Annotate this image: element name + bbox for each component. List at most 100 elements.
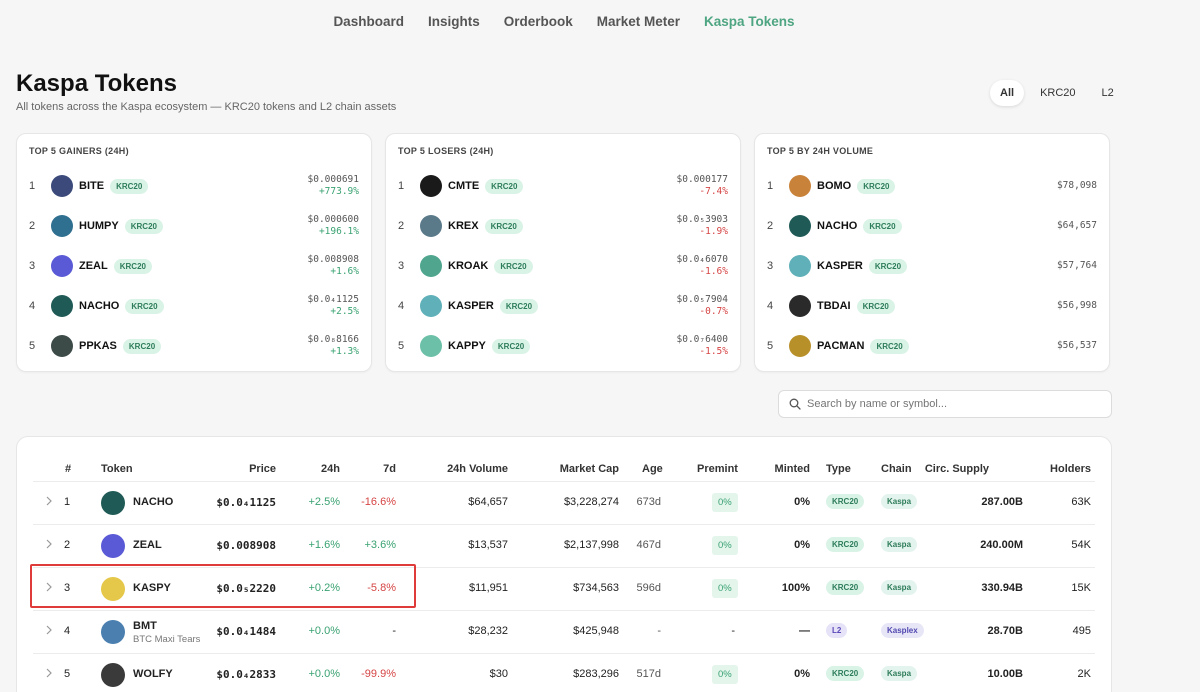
row-supply: 287.00B: [981, 496, 1023, 508]
col-rank-header[interactable]: #: [65, 463, 71, 475]
card-row[interactable]: 2 KREX KRC20 $0.0₅3903 -1.9%: [398, 206, 728, 246]
col-chain-header[interactable]: Chain: [881, 463, 912, 475]
card-row[interactable]: 3 KASPER KRC20 $57,764: [767, 246, 1097, 286]
expand-chevron-icon[interactable]: [45, 582, 53, 595]
nav-orderbook[interactable]: Orderbook: [504, 14, 573, 29]
card-row-values: $78,098: [1057, 180, 1097, 192]
col-mcap-header[interactable]: Market Cap: [560, 463, 619, 475]
row-24h: +0.0%: [308, 668, 341, 680]
token-avatar-icon: [789, 295, 811, 317]
card-row-price: $0.000691: [307, 174, 359, 185]
card-row-values: $56,537: [1057, 340, 1097, 352]
expand-chevron-icon[interactable]: [45, 496, 53, 509]
table-row[interactable]: 5 WOLFY $0.0₄2833 +0.0% -99.9% $30 $283,296 517…: [17, 654, 1111, 692]
card-title: TOP 5 BY 24H VOLUME: [767, 146, 874, 156]
card-row-rank: 3: [29, 260, 36, 272]
card-row-symbol: KASPER: [448, 300, 494, 312]
card-row[interactable]: 2 NACHO KRC20 $64,657: [767, 206, 1097, 246]
token-avatar-icon: [51, 175, 73, 197]
type-badge: KRC20: [485, 178, 524, 194]
row-volume: $64,657: [468, 496, 508, 508]
card-row-values: $0.000691 +773.9%: [308, 174, 359, 198]
token-avatar-icon: [101, 577, 125, 601]
card-row-price: $0.000177: [676, 174, 728, 185]
search-input[interactable]: [807, 398, 1111, 410]
card-row-change: +2.5%: [330, 306, 359, 317]
row-minted: 0%: [794, 496, 810, 508]
card-row[interactable]: 5 PPKAS KRC20 $0.0₈8166 +1.3%: [29, 326, 359, 366]
col-age-header[interactable]: Age: [642, 463, 663, 475]
card-row-values: $64,657: [1057, 220, 1097, 232]
table-header: # Token Price 24h 7d 24h Volume Market Cap Age P…: [17, 459, 1111, 481]
card-row-rank: 1: [29, 180, 36, 192]
nav-market-meter[interactable]: Market Meter: [597, 14, 680, 29]
card-row-values: $56,998: [1057, 300, 1097, 312]
card-row[interactable]: 3 ZEAL KRC20 $0.008908 +1.6%: [29, 246, 359, 286]
col-token-header[interactable]: Token: [101, 463, 133, 475]
losers-card: TOP 5 LOSERS (24H) 1 CMTE KRC20 $0.000177 -7.…: [385, 133, 741, 372]
card-row[interactable]: 4 TBDAI KRC20 $56,998: [767, 286, 1097, 326]
table-row[interactable]: 1 NACHO $0.0₄1125 +2.5% -16.6% $64,657 $3,228,…: [17, 482, 1111, 524]
card-row-symbol: ZEAL: [79, 260, 108, 272]
card-row[interactable]: 3 KROAK KRC20 $0.0₄6070 -1.6%: [398, 246, 728, 286]
nav-dashboard[interactable]: Dashboard: [333, 14, 404, 29]
card-row-symbol: TBDAI: [817, 300, 851, 312]
row-divider: [33, 653, 1095, 654]
card-row[interactable]: 1 BITE KRC20 $0.000691 +773.9%: [29, 166, 359, 206]
type-badge: KRC20: [499, 298, 539, 314]
card-row-values: $0.000177 -7.4%: [677, 174, 728, 198]
table-row[interactable]: 2 ZEAL $0.008908 +1.6% +3.6% $13,537 $2,137,99…: [17, 525, 1111, 567]
type-filter: All KRC20 L2: [990, 80, 1124, 106]
card-row-price: $0.0₅7904: [676, 294, 728, 305]
expand-chevron-icon[interactable]: [45, 539, 53, 552]
nav-insights[interactable]: Insights: [428, 14, 480, 29]
card-title: TOP 5 LOSERS (24H): [398, 146, 494, 156]
table-row[interactable]: 4 BMT BTC Maxi Tears $0.0₄1484 +0.0% - $28,232…: [17, 611, 1111, 653]
col-minted-header[interactable]: Minted: [775, 463, 810, 475]
card-row[interactable]: 5 KAPPY KRC20 $0.0₇6400 -1.5%: [398, 326, 728, 366]
col-7d-header[interactable]: 7d: [383, 463, 396, 475]
expand-chevron-icon[interactable]: [45, 625, 53, 638]
token-avatar-icon: [789, 175, 811, 197]
col-premint-header[interactable]: Premint: [697, 463, 738, 475]
card-row[interactable]: 5 PACMAN KRC20 $56,537: [767, 326, 1097, 366]
card-row[interactable]: 1 CMTE KRC20 $0.000177 -7.4%: [398, 166, 728, 206]
card-row[interactable]: 2 HUMPY KRC20 $0.000600 +196.1%: [29, 206, 359, 246]
nav-kaspa-tokens[interactable]: Kaspa Tokens: [704, 14, 795, 29]
row-holders: 15K: [1071, 582, 1091, 594]
col-supply-header[interactable]: Circ. Supply: [925, 463, 989, 475]
filter-krc20[interactable]: KRC20: [1030, 80, 1085, 106]
expand-chevron-icon[interactable]: [45, 668, 53, 681]
row-premint: 0%: [712, 665, 738, 684]
row-age: 467d: [636, 539, 661, 551]
token-avatar-icon: [51, 295, 73, 317]
col-price-header[interactable]: Price: [249, 463, 276, 475]
row-type: L2: [826, 623, 848, 638]
card-row-symbol: BITE: [79, 180, 105, 192]
card-row[interactable]: 4 NACHO KRC20 $0.0₄1125 +2.5%: [29, 286, 359, 326]
row-price: $0.008908: [216, 539, 276, 552]
col-24h-header[interactable]: 24h: [321, 463, 340, 475]
card-row-rank: 5: [29, 340, 36, 352]
row-type: KRC20: [826, 537, 865, 552]
row-type: KRC20: [826, 494, 865, 509]
card-title: TOP 5 GAINERS (24H): [29, 146, 129, 156]
filter-all[interactable]: All: [990, 80, 1025, 106]
col-volume-header[interactable]: 24h Volume: [447, 463, 508, 475]
card-row-values: $57,764: [1057, 260, 1097, 272]
token-avatar-icon: [420, 295, 442, 317]
card-row-rank: 2: [767, 220, 774, 232]
card-row-symbol: PPKAS: [79, 340, 117, 352]
col-holders-header[interactable]: Holders: [1050, 463, 1091, 475]
col-type-header[interactable]: Type: [826, 463, 851, 475]
card-row-symbol: KREX: [448, 220, 479, 232]
card-row-values: $0.0₄1125 +2.5%: [308, 294, 359, 318]
card-row-price: $0.000600: [307, 214, 359, 225]
table-row[interactable]: 3 KASPY $0.0₅2220 +0.2% -5.8% $11,951 $734,563…: [17, 568, 1111, 610]
row-rank: 1: [64, 496, 71, 508]
row-holders: 2K: [1077, 668, 1091, 680]
card-row[interactable]: 4 KASPER KRC20 $0.0₅7904 -0.7%: [398, 286, 728, 326]
filter-l2[interactable]: L2: [1092, 80, 1124, 106]
card-row[interactable]: 1 BOMO KRC20 $78,098: [767, 166, 1097, 206]
card-row-price: $0.0₄1125: [307, 294, 359, 305]
